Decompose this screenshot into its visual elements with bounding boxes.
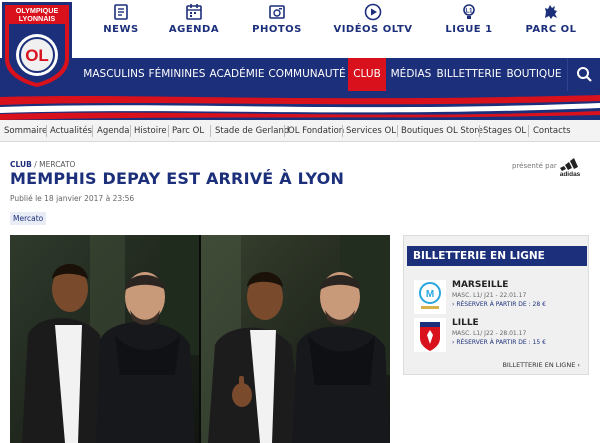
top-link-videos[interactable]: VIDÉOS OLTV — [330, 3, 416, 35]
subnav-item-actualites[interactable]: Actualités — [50, 120, 92, 142]
photo-graphic — [10, 235, 390, 443]
camera-icon — [269, 5, 285, 19]
subnav-separator — [284, 125, 285, 137]
chevron-right-icon: › — [452, 339, 455, 346]
play-icon — [364, 3, 382, 21]
ticketing-more-link[interactable]: BILLETTERIE EN LIGNE › — [502, 361, 580, 369]
subnav-separator — [342, 125, 343, 137]
subnav-item-sommaire[interactable]: Sommaire — [4, 120, 47, 142]
adidas-icon: adidas — [560, 158, 581, 178]
logo-mark: OL — [25, 46, 49, 65]
tag-mercato[interactable]: Mercato — [10, 212, 47, 225]
subnav-separator — [397, 125, 398, 137]
match-marseille[interactable]: M MARSEILLE MASC. L1/ J21 - 22.01.17 › R… — [414, 280, 584, 318]
breadcrumb-separator: / — [34, 160, 37, 169]
subnav-item-stade-gerland[interactable]: Stade de Gerland — [215, 120, 289, 142]
ligue1-icon: L1 — [463, 4, 475, 19]
svg-text:L1: L1 — [465, 9, 473, 15]
lille-crest-icon — [414, 318, 446, 352]
nav-item-masculins[interactable]: MASCULINS — [82, 58, 146, 91]
top-link-photos[interactable]: PHOTOS — [234, 3, 320, 35]
subnav-item-stages-ol[interactable]: Stages OL — [483, 120, 526, 142]
match-buy-label: RÉSERVER À PARTIR DE : 15 € — [456, 339, 546, 346]
calendar-icon — [186, 4, 202, 20]
svg-text:M: M — [426, 289, 434, 300]
ticketing-widget: BILLETTERIE EN LIGNE M MARSEILLE MASC. L… — [403, 235, 589, 375]
top-link-label: PARC OL — [525, 24, 577, 35]
sponsor-name: adidas — [560, 171, 581, 177]
nav-item-billetterie[interactable]: BILLETTERIE — [436, 58, 502, 91]
top-link-label: VIDÉOS OLTV — [333, 24, 413, 35]
subnav-item-histoire[interactable]: Histoire — [134, 120, 167, 142]
nav-item-communaute[interactable]: COMMUNAUTÉ — [268, 58, 346, 91]
publish-date: Publié le 18 janvier 2017 à 23:56 — [10, 194, 135, 203]
match-buy-label: RÉSERVER À PARTIR DE : 28 € — [456, 301, 546, 308]
subnav-separator — [168, 125, 169, 137]
nav-item-academie[interactable]: ACADÉMIE — [208, 58, 266, 91]
logo-text-bottom: LYONNAIS — [19, 14, 56, 23]
nav-item-medias[interactable]: MÉDIAS — [388, 58, 434, 91]
subnav-separator — [528, 125, 529, 137]
ticketing-more-label: BILLETTERIE EN LIGNE — [502, 361, 576, 369]
adidas-logo[interactable]: adidas — [556, 155, 584, 178]
subnav-item-parc-ol[interactable]: Parc OL — [172, 120, 204, 142]
subnav-item-contacts[interactable]: Contacts — [533, 120, 571, 142]
match-lille[interactable]: LILLE MASC. L1/ J22 - 28.01.17 › RÉSERVE… — [414, 318, 584, 356]
top-header: NEWS AGENDA PHOTOS VIDÉOS OLTV L1 LIGUE … — [0, 0, 600, 62]
nav-item-club[interactable]: CLUB — [348, 58, 386, 91]
top-link-agenda[interactable]: AGENDA — [151, 3, 237, 35]
top-link-label: LIGUE 1 — [445, 24, 493, 35]
match-info: MASC. L1/ J22 - 28.01.17 — [452, 330, 527, 337]
match-team: MARSEILLE — [452, 280, 509, 290]
match-team: LILLE — [452, 318, 479, 328]
marseille-crest-icon: M — [414, 280, 446, 314]
match-buy-link[interactable]: › RÉSERVER À PARTIR DE : 28 € — [452, 301, 546, 308]
lion-icon — [545, 5, 557, 19]
main-nav: MASCULINS FÉMININES ACADÉMIE COMMUNAUTÉ … — [0, 58, 600, 91]
match-info: MASC. L1/ J21 - 22.01.17 — [452, 292, 527, 299]
subnav-item-agenda[interactable]: Agenda — [97, 120, 129, 142]
chevron-right-icon: › — [577, 361, 580, 369]
subnav-separator — [210, 125, 211, 137]
chevron-right-icon: › — [452, 301, 455, 308]
ol-crest: OL OLYMPIQUE LYONNAIS — [2, 2, 72, 91]
stripes-graphic — [0, 91, 600, 120]
subnav-separator — [479, 125, 480, 137]
subnav-separator — [92, 125, 93, 137]
subnav-item-services-ol[interactable]: Services OL — [346, 120, 396, 142]
page: NEWS AGENDA PHOTOS VIDÉOS OLTV L1 LIGUE … — [0, 0, 600, 443]
sponsor-text: présenté par — [512, 162, 557, 170]
top-link-label: AGENDA — [168, 24, 220, 35]
breadcrumb: CLUB / MERCATO — [10, 160, 75, 169]
subnav-separator — [130, 125, 131, 137]
news-icon — [114, 4, 128, 20]
search-button[interactable] — [567, 58, 600, 91]
subnav-separator — [46, 125, 47, 137]
article-title: MEMPHIS DEPAY EST ARRIVÉ À LYON — [10, 169, 345, 188]
nav-item-feminines[interactable]: FÉMININES — [148, 58, 206, 91]
top-link-label: PHOTOS — [252, 24, 302, 35]
article-photo[interactable] — [10, 235, 390, 443]
top-link-ligue1[interactable]: L1 LIGUE 1 — [426, 3, 512, 35]
club-logo[interactable]: OL OLYMPIQUE LYONNAIS — [0, 0, 74, 92]
breadcrumb-subsection[interactable]: MERCATO — [39, 160, 75, 169]
breadcrumb-section[interactable]: CLUB — [10, 160, 32, 169]
top-link-parc-ol[interactable]: PARC OL — [508, 3, 594, 35]
ticketing-title[interactable]: BILLETTERIE EN LIGNE — [407, 246, 587, 266]
search-icon — [577, 67, 592, 82]
subnav-item-boutiques[interactable]: Boutiques OL Store — [401, 120, 483, 142]
nav-item-boutique[interactable]: BOUTIQUE — [504, 58, 564, 91]
match-buy-link[interactable]: › RÉSERVER À PARTIR DE : 15 € — [452, 339, 546, 346]
sub-nav: Sommaire Actualités Agenda Histoire Parc… — [0, 120, 600, 142]
subnav-item-ol-fondation[interactable]: OL Fondation — [288, 120, 344, 142]
decorative-stripes — [0, 91, 600, 120]
